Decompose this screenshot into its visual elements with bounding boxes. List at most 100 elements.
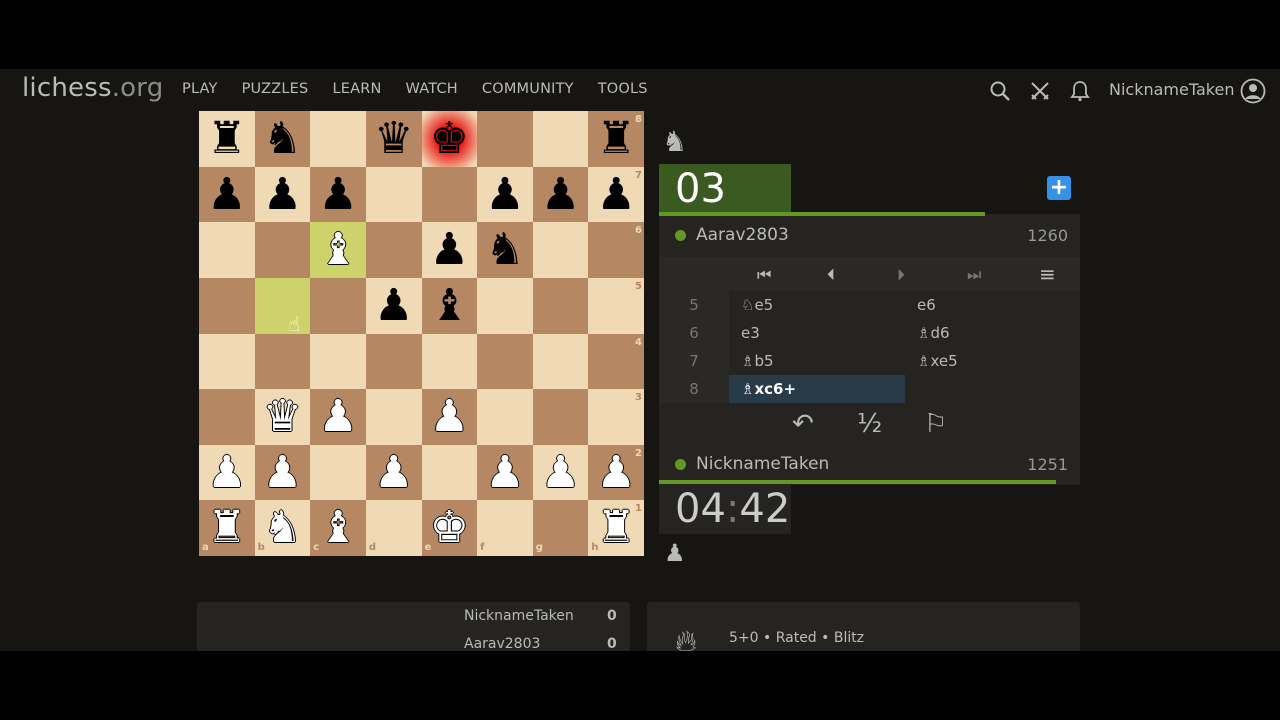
black-piece-b7[interactable]: ♟ [255,167,311,223]
black-piece-g7[interactable]: ♟ [533,167,589,223]
white-piece-c6[interactable]: ♝ [310,222,366,278]
white-piece-c3[interactable]: ♟ [310,389,366,445]
square-f8[interactable] [477,111,533,167]
white-piece-e1[interactable]: ♚ [422,500,478,556]
black-move[interactable]: ♗xe5 [905,347,958,375]
first-move-button[interactable]: ⏮ [757,265,771,285]
resign-button[interactable]: ⚐ [924,409,947,439]
square-d4[interactable] [365,333,422,390]
score-name[interactable]: NicknameTaken [464,608,574,624]
black-move[interactable]: e6 [905,291,936,319]
square-e7[interactable] [421,166,478,223]
square-a6[interactable] [199,222,255,278]
black-piece-e8[interactable]: ♚ [422,111,478,167]
file-label: f [480,542,485,553]
clock-seconds: 42 [739,486,791,532]
white-piece-h2[interactable]: ♟ [588,445,644,501]
search-icon[interactable] [988,79,1012,103]
last-move-button[interactable]: ⏭ [967,265,981,285]
white-piece-b1[interactable]: ♞ [255,500,311,556]
square-c2[interactable] [310,444,366,501]
site-logo[interactable]: lichess.org [22,73,163,103]
square-a4[interactable] [199,333,255,390]
black-piece-h7[interactable]: ♟ [588,167,644,223]
player-name[interactable]: NicknameTaken [696,454,829,474]
black-piece-c7[interactable]: ♟ [310,167,366,223]
square-e2[interactable] [421,444,478,501]
white-piece-a1[interactable]: ♜ [199,500,255,556]
square-g8[interactable] [532,111,589,167]
white-piece-c1[interactable]: ♝ [310,500,366,556]
white-piece-f2[interactable]: ♟ [477,445,533,501]
clock-minutes: 04 [675,486,726,532]
score-name[interactable]: Aarav2803 [464,636,540,651]
black-piece-e5[interactable]: ♝ [422,278,478,334]
nav-play[interactable]: PLAY [182,81,218,97]
square-d6[interactable] [365,222,422,278]
square-e4[interactable] [421,333,478,390]
black-piece-e6[interactable]: ♟ [422,222,478,278]
square-d3[interactable] [365,389,422,445]
crossed-swords-icon[interactable] [1028,79,1052,103]
square-b6[interactable] [254,222,311,278]
player-rating: 1251 [1027,455,1068,474]
white-piece-a2[interactable]: ♟ [199,445,255,501]
bell-icon[interactable] [1068,79,1092,103]
square-c4[interactable] [310,333,366,390]
user-circle-icon[interactable] [1240,78,1266,104]
square-b5[interactable] [254,277,311,334]
nav-learn[interactable]: LEARN [332,81,381,97]
square-f5[interactable] [477,277,533,334]
black-piece-a8[interactable]: ♜ [199,111,255,167]
logo-main: lichess [22,73,112,103]
square-f4[interactable] [477,333,533,390]
square-g4[interactable] [532,333,589,390]
white-move[interactable]: ♘e5 [729,291,905,319]
player-clock: 04:42 [659,484,791,534]
black-piece-f6[interactable]: ♞ [477,222,533,278]
square-b4[interactable] [254,333,311,390]
current-move[interactable]: ♗xc6+ [729,375,905,403]
menu-button[interactable]: ≡ [1039,262,1056,286]
nav-puzzles[interactable]: PUZZLES [242,81,309,97]
square-a5[interactable] [199,277,255,334]
square-c5[interactable] [310,277,366,334]
square-a3[interactable] [199,389,255,445]
square-g6[interactable] [532,222,589,278]
square-g5[interactable] [532,277,589,334]
black-piece-f7[interactable]: ♟ [477,167,533,223]
black-piece-d5[interactable]: ♟ [366,278,422,334]
black-piece-b8[interactable]: ♞ [255,111,311,167]
white-piece-b3[interactable]: ♛ [255,389,311,445]
square-f3[interactable] [477,389,533,445]
square-c8[interactable] [310,111,366,167]
white-piece-g2[interactable]: ♟ [533,445,589,501]
nav-watch[interactable]: WATCH [406,81,458,97]
white-piece-b2[interactable]: ♟ [255,445,311,501]
game-info-panel: 🔥︎ 5+0 • Rated • Blitz [647,602,1080,651]
white-move[interactable]: ♗b5 [729,347,905,375]
nav-community[interactable]: COMMUNITY [482,81,574,97]
opponent-name[interactable]: Aarav2803 [696,225,789,245]
white-piece-e3[interactable]: ♟ [422,389,478,445]
next-move-button[interactable]: ⏵ [897,265,905,285]
nav-tools[interactable]: TOOLS [598,81,648,97]
game-actions: ↶ ½ ⚐ [659,403,1080,445]
black-piece-a7[interactable]: ♟ [199,167,255,223]
white-piece-d2[interactable]: ♟ [366,445,422,501]
black-piece-d8[interactable]: ♛ [366,111,422,167]
white-piece-h1[interactable]: ♜ [588,500,644,556]
white-move[interactable]: e3 [729,319,905,347]
square-d7[interactable] [365,166,422,223]
chess-board[interactable]: 8 7 6 5 4 3 2 a b c d e f g 1 h ♜ ♞ ♛ ♚ ♜ ♟ ♟ ♟ ♟ ♟ ♟ ♝ ♟ ♞ ♟ ♝ ♛ ♟ ♟ ♟ ♟ ♟ ♟ ♟… [199,111,644,556]
username-link[interactable]: NicknameTaken [1109,80,1234,99]
add-time-button[interactable]: + [1047,176,1071,200]
black-move[interactable]: ♗d6 [905,319,950,347]
move-row: 8 ♗xc6+ [659,375,1080,403]
offer-draw-button[interactable]: ½ [857,409,882,439]
square-f1[interactable] [477,500,533,556]
black-piece-h8[interactable]: ♜ [588,111,644,167]
previous-move-button[interactable]: ⏴ [827,265,835,285]
takeback-button[interactable]: ↶ [792,409,814,439]
square-g3[interactable] [532,389,589,445]
